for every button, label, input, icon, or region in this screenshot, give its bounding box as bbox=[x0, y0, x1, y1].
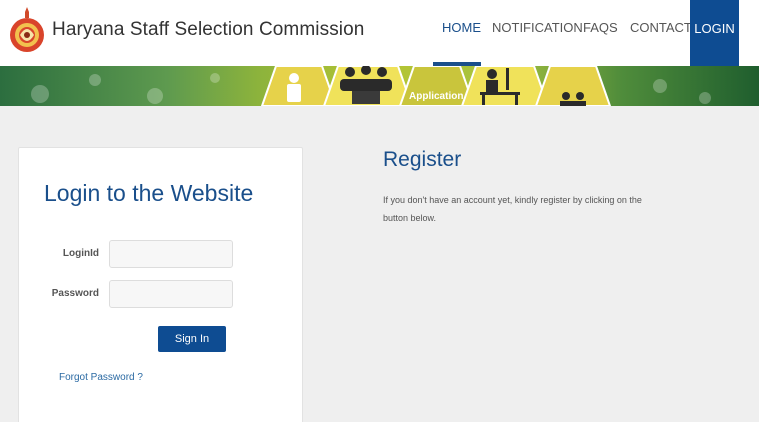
sign-in-button[interactable]: Sign In bbox=[158, 326, 226, 352]
forgot-password-link[interactable]: Forgot Password ? bbox=[59, 372, 143, 383]
password-label: Password bbox=[51, 288, 99, 299]
desk-work-icon bbox=[480, 68, 520, 105]
login-heading: Login to the Website bbox=[44, 180, 254, 206]
nav-notification[interactable]: NOTIFICATION bbox=[492, 20, 583, 35]
register-description: If you don't have an account yet, kindly… bbox=[383, 195, 642, 223]
nav-home[interactable]: HOME bbox=[442, 20, 481, 35]
state-emblem-icon bbox=[10, 7, 44, 52]
password-input[interactable] bbox=[109, 280, 233, 308]
site-title: Haryana Staff Selection Commission bbox=[52, 19, 365, 40]
banner-label: Application bbox=[409, 91, 464, 102]
banner-icons bbox=[287, 66, 586, 106]
group-meeting-icon bbox=[340, 66, 392, 104]
site-header: Haryana Staff Selection Commission HOME … bbox=[0, 0, 759, 66]
loginid-label: LoginId bbox=[62, 248, 99, 259]
loginid-input[interactable] bbox=[109, 240, 233, 268]
register-heading: Register bbox=[383, 148, 462, 171]
nav-contact[interactable]: CONTACT bbox=[630, 20, 692, 35]
nav-login[interactable]: LOGIN bbox=[690, 0, 739, 66]
people-icon bbox=[560, 92, 586, 106]
person-icon bbox=[287, 73, 301, 102]
nav-faqs[interactable]: FAQS bbox=[583, 20, 618, 35]
hero-banner bbox=[0, 66, 759, 106]
